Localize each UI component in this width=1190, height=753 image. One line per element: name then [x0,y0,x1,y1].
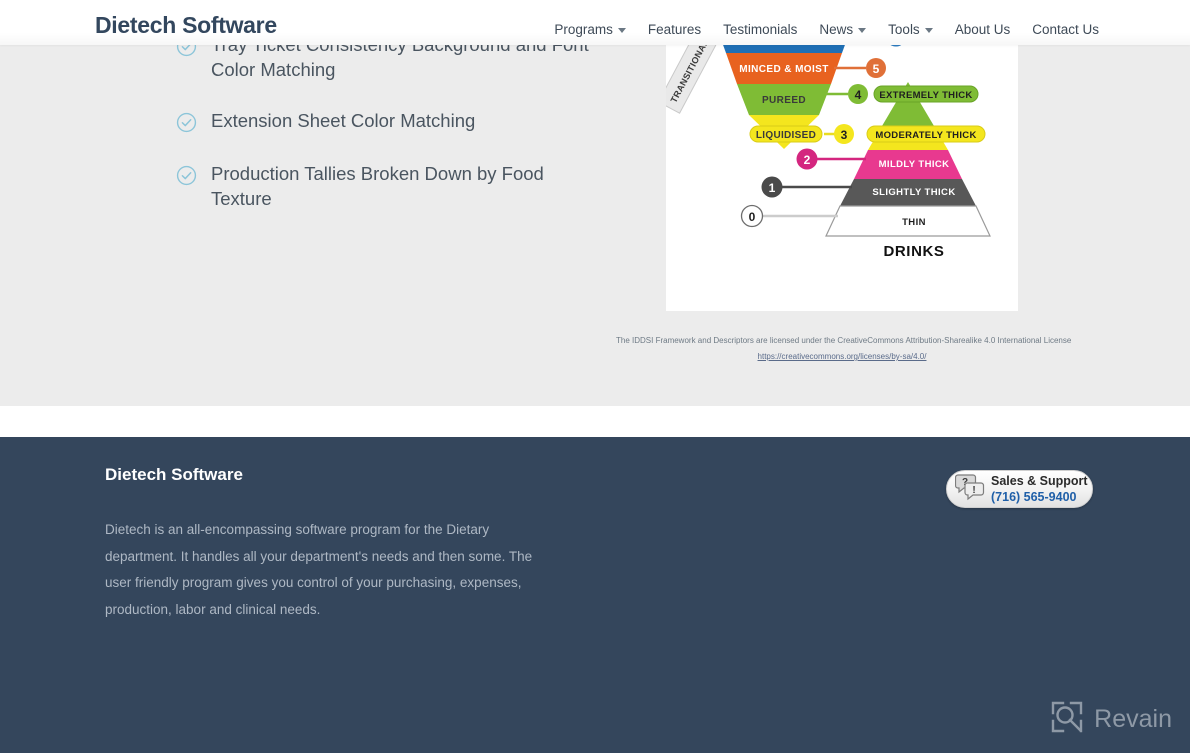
svg-text:4: 4 [855,88,862,102]
svg-text:MINCED & MOIST: MINCED & MOIST [739,64,829,75]
nav-label: News [819,22,854,37]
iddsi-pyramid-svg: TRANSITIONAL FOODS EASY TO CHEW SOFT & B… [666,0,1018,311]
svg-text:SLIGHTLY THICK: SLIGHTLY THICK [872,187,955,198]
nav-item-contact-us[interactable]: Contact Us [1021,22,1110,37]
nav-item-programs[interactable]: Programs [543,22,637,37]
revain-logo-icon [1050,700,1084,739]
footer-heading: Dietech Software [105,465,243,484]
site-logo[interactable]: Dietech Software [95,12,277,39]
nav-item-about-us[interactable]: About Us [944,22,1022,37]
revain-watermark: Revain [1050,700,1172,739]
badge-text-block: Sales & Support (716) 565-9400 [991,475,1088,503]
check-circle-icon [176,112,197,133]
feature-label: Production Tallies Broken Down by Food T… [211,163,544,209]
nav-label: Testimonials [723,22,798,37]
band-right-gutter [1085,0,1190,406]
license-caption: The IDDSI Framework and Descriptors are … [616,333,1071,364]
svg-text:3: 3 [841,128,848,142]
svg-text:!: ! [972,485,975,496]
chevron-down-icon [617,28,626,33]
svg-text:LIQUIDISED: LIQUIDISED [756,130,816,141]
footer-description: Dietech is an all-encompassing software … [105,522,533,617]
nav-label: Tools [888,22,920,37]
band-left-gutter [0,0,105,406]
license-link[interactable]: https://creativecommons.org/licenses/by-… [666,349,1018,364]
check-circle-icon [176,165,197,186]
svg-text:MODERATELY THICK: MODERATELY THICK [875,130,976,141]
svg-text:5: 5 [873,62,880,76]
page-root: Tray Ticket Consistency Background and F… [0,0,1190,753]
svg-text:1: 1 [769,181,776,195]
svg-text:0: 0 [749,210,756,224]
nav-item-testimonials[interactable]: Testimonials [712,22,808,37]
support-title: Sales & Support [991,474,1088,488]
list-item: Production Tallies Broken Down by Food T… [176,161,596,211]
feature-list: Tray Ticket Consistency Background and F… [176,32,596,237]
svg-text:EXTREMELY THICK: EXTREMELY THICK [879,90,972,101]
nav-item-news[interactable]: News [808,22,877,37]
nav-label: About Us [954,22,1011,37]
chevron-down-icon [924,28,933,33]
svg-text:THIN: THIN [902,217,926,228]
list-item: Extension Sheet Color Matching [176,108,596,133]
nav-label: Programs [554,22,613,37]
site-header: Dietech Software Programs Features Testi… [0,0,1190,45]
chevron-down-icon [858,28,867,33]
nav-item-tools[interactable]: Tools [877,22,944,37]
iddsi-framework-diagram: TRANSITIONAL FOODS EASY TO CHEW SOFT & B… [666,0,1018,311]
nav-item-features[interactable]: Features [637,22,712,37]
revain-wordmark: Revain [1094,705,1172,733]
nav-label: Features [647,22,702,37]
support-phone: (716) 565-9400 [991,489,1077,504]
feature-label: Extension Sheet Color Matching [211,110,476,131]
white-separator-strip [0,406,1190,437]
svg-text:2: 2 [804,153,811,167]
svg-text:PUREED: PUREED [762,95,806,106]
sales-support-badge[interactable]: ? ! Sales & Support (716) 565-9400 [946,470,1093,508]
license-text: The IDDSI Framework and Descriptors are … [616,336,1072,345]
nav-label: Contact Us [1032,22,1099,37]
main-navigation: Programs Features Testimonials News Tool… [543,22,1110,37]
speech-bubble-question-exclamation-icon: ? ! [954,473,985,506]
svg-text:DRINKS: DRINKS [883,243,944,260]
svg-text:MILDLY THICK: MILDLY THICK [879,159,950,170]
